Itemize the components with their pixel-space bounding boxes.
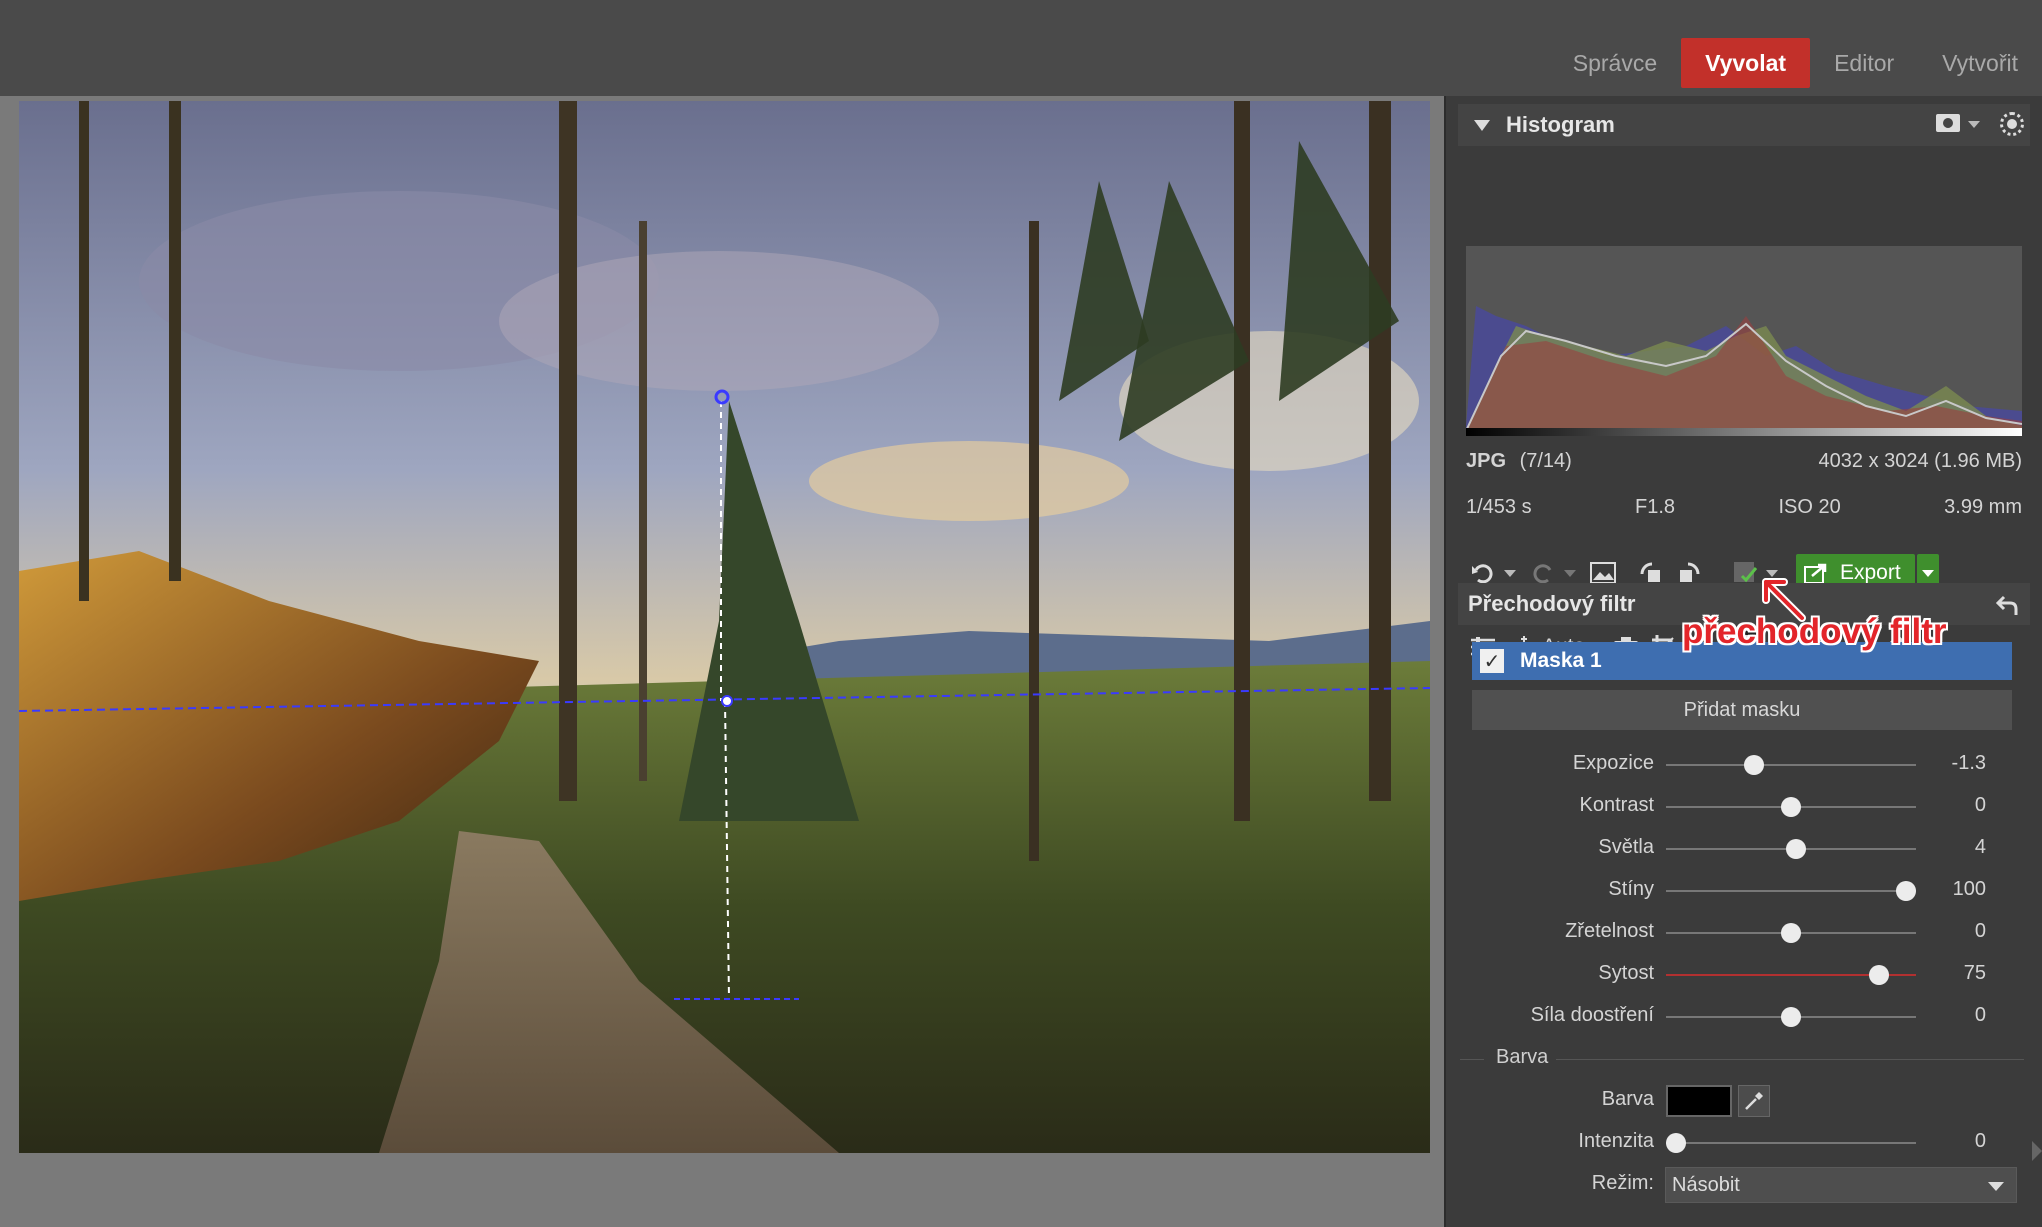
section-divider (1556, 1059, 2024, 1060)
chevron-down-icon (1988, 1182, 2004, 1191)
mode-label: Režim: (1591, 1172, 1654, 1194)
slider-value[interactable]: 75 (1964, 962, 1986, 985)
tab-vytvorit[interactable]: Vytvořit (1918, 38, 2042, 88)
slider-label: Sytost (1598, 962, 1654, 984)
reset-arrow-icon[interactable] (1996, 593, 2018, 615)
slider-label: Stíny (1608, 878, 1654, 900)
right-panel: Histogram JPG (7/14) 4032 x 3024 (1.96 M… (1444, 96, 2042, 1227)
slider-zretelnost: Zřetelnost 0 (1446, 912, 2042, 954)
file-index: (7/14) (1519, 450, 1572, 472)
slider-svetla: Světla 4 (1446, 828, 2042, 870)
gradient-handle-center[interactable] (721, 695, 733, 707)
camera-view-icon[interactable] (1936, 114, 1960, 132)
tab-spravce[interactable]: Správce (1549, 38, 1681, 88)
slider-value[interactable]: 0 (1975, 1004, 1986, 1027)
mode-value: Násobit (1672, 1173, 1740, 1196)
slider-knob[interactable] (1896, 881, 1916, 901)
slider-intenzita: Intenzita 0 (1446, 1122, 2042, 1164)
slider-knob[interactable] (1743, 755, 1764, 775)
exif-iso: ISO 20 (1778, 496, 1841, 518)
slider-expozice: Expozice -1.3 (1446, 744, 2042, 786)
file-dimensions: 4032 x 3024 (1.96 MB) (1818, 450, 2022, 472)
export-label: Export (1840, 561, 1901, 584)
tab-editor[interactable]: Editor (1810, 38, 1918, 88)
chevron-down-icon[interactable] (1968, 121, 1980, 128)
histogram-title: Histogram (1506, 112, 1615, 137)
mask-checkbox[interactable]: ✓ (1480, 649, 1504, 673)
color-swatch[interactable] (1666, 1085, 1732, 1117)
exif-focal: 3.99 mm (1944, 496, 2022, 518)
slider-label: Světla (1598, 836, 1654, 858)
slider-label: Expozice (1572, 752, 1654, 774)
mask-label: Maska 1 (1520, 649, 1602, 672)
mode-row: Režim: Násobit (1446, 1164, 2042, 1206)
histogram-header[interactable]: Histogram (1458, 104, 2030, 146)
slider-value[interactable]: 4 (1975, 836, 1986, 859)
intensity-label: Intenzita (1578, 1130, 1654, 1152)
add-mask-button[interactable]: Přidat masku (1472, 690, 2012, 730)
color-section-label: Barva (1496, 1046, 1549, 1068)
slider-track[interactable] (1666, 890, 1916, 892)
undo-dropdown-icon[interactable] (1504, 569, 1516, 577)
file-info-row: JPG (7/14) 4032 x 3024 (1.96 MB) (1466, 450, 2022, 473)
slider-track[interactable] (1666, 764, 1916, 766)
color-row: Barva (1446, 1080, 2042, 1122)
slider-knob[interactable] (1868, 965, 1889, 985)
collapse-triangle-icon[interactable] (1474, 119, 1490, 131)
photo-viewer (0, 96, 1444, 1227)
eyedropper-icon[interactable] (1738, 1085, 1770, 1117)
photo-canvas[interactable] (19, 101, 1430, 1153)
slider-label: Kontrast (1579, 794, 1654, 816)
exif-shutter: 1/453 s (1466, 496, 1532, 518)
exif-row: 1/453 s F1.8 ISO 20 3.99 mm (1466, 496, 2022, 519)
slider-knob[interactable] (1781, 797, 1801, 817)
exif-aperture: F1.8 (1635, 496, 1676, 518)
slider-sila-doostreni: Síla doostření 0 (1446, 996, 2042, 1038)
intensity-value[interactable]: 0 (1975, 1130, 1986, 1153)
slider-label: Zřetelnost (1565, 920, 1654, 942)
slider-value[interactable]: 0 (1975, 794, 1986, 817)
annotation-label: přechodový filtr (1682, 612, 1947, 651)
slider-track[interactable] (1666, 1142, 1916, 1144)
mode-select[interactable]: Násobit (1665, 1167, 2017, 1203)
slider-value[interactable]: 0 (1975, 920, 1986, 943)
slider-knob[interactable] (1781, 923, 1801, 943)
slider-label: Síla doostření (1530, 1004, 1654, 1026)
histogram-graph (1465, 246, 2023, 436)
tab-vyvolat[interactable]: Vyvolat (1681, 38, 1811, 88)
settings-gear-icon[interactable] (2000, 112, 2024, 136)
panel-expand-arrow-icon[interactable] (2032, 1141, 2042, 1161)
redo-dropdown-icon[interactable] (1564, 569, 1576, 577)
slider-stiny: Stíny 100 (1446, 870, 2042, 912)
slider-kontrast: Kontrast 0 (1446, 786, 2042, 828)
file-format: JPG (1466, 450, 1507, 472)
slider-sytost: Sytost 75 (1446, 954, 2042, 996)
slider-knob[interactable] (1781, 1007, 1801, 1027)
chevron-down-icon (1921, 569, 1934, 577)
slider-value[interactable]: -1.3 (1952, 752, 1986, 775)
slider-value[interactable]: 100 (1953, 878, 1986, 901)
color-label: Barva (1601, 1088, 1654, 1110)
forest-photo (19, 101, 1430, 1153)
mode-tabs: Správce Vyvolat Editor Vytvořit (1549, 38, 2042, 88)
top-bar: Správce Vyvolat Editor Vytvořit (0, 0, 2042, 96)
slider-knob[interactable] (1786, 839, 1806, 859)
gradient-filter-title: Přechodový filtr (1468, 591, 1636, 616)
slider-knob[interactable] (1666, 1133, 1686, 1153)
section-divider (1460, 1059, 1484, 1060)
